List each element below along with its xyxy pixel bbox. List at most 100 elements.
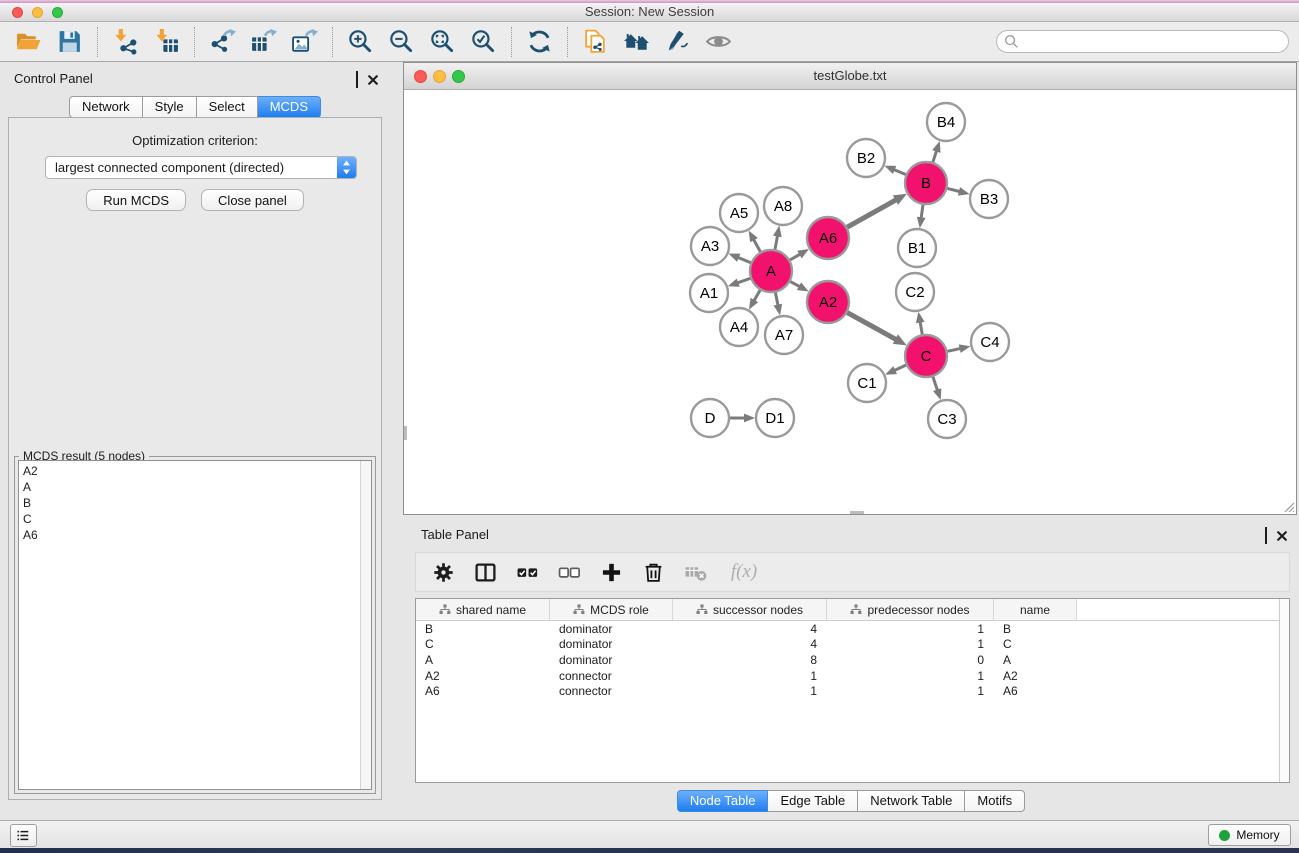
svg-text:B1: B1 [908,240,926,257]
network-vscroll-thumb[interactable] [404,426,407,440]
mcds-result-item[interactable]: A2 [23,463,371,479]
table-scrollbar[interactable] [1279,599,1289,782]
select-all-button[interactable] [516,561,539,584]
copy-network-button[interactable] [581,27,610,56]
delete-table-button[interactable] [684,561,707,584]
tab-style[interactable]: Style [143,96,197,118]
export-image-button[interactable] [290,27,319,56]
split-view-button[interactable] [474,561,497,584]
mcds-result-item[interactable]: A [23,479,371,495]
export-network-button[interactable] [208,27,237,56]
zoom-selected-button[interactable] [469,27,498,56]
resize-grip-icon[interactable] [1282,500,1295,513]
graph-node-A1[interactable]: A1 [690,274,728,312]
table-row[interactable]: A6connector11A6 [416,683,1289,699]
function-builder-button[interactable]: f(x) [726,561,762,584]
column-header-shared-name[interactable]: shared name [416,599,550,620]
tab-select[interactable]: Select [197,96,258,118]
tab-mcds[interactable]: MCDS [258,96,321,118]
control-panel-float-button[interactable] [356,72,358,87]
run-mcds-button[interactable]: Run MCDS [86,189,186,211]
graph-node-B4[interactable]: B4 [927,103,965,141]
graph-node-C[interactable]: C [905,335,947,377]
table-panel-close-button[interactable] [1277,531,1287,541]
graph-node-C4[interactable]: C4 [971,323,1009,361]
control-panel-close-button[interactable] [368,75,378,85]
mcds-result-item[interactable]: A6 [23,527,371,543]
network-window-titlebar: testGlobe.txt [404,63,1296,90]
graphics-details-button[interactable] [663,27,692,56]
graph-node-A8[interactable]: A8 [764,187,802,225]
graph-node-D1[interactable]: D1 [756,399,794,437]
graph-node-C3[interactable]: C3 [928,400,966,438]
deselect-all-button[interactable] [558,561,581,584]
main-toolbar [0,22,1299,62]
graph-node-A4[interactable]: A4 [720,308,758,346]
memory-button[interactable]: Memory [1208,824,1291,846]
network-minimize-traffic-light[interactable] [433,70,446,83]
import-network-button[interactable] [111,27,140,56]
graph-node-B3[interactable]: B3 [970,180,1008,218]
table-row[interactable]: Adominator80A [416,652,1289,668]
graph-node-C2[interactable]: C2 [896,273,934,311]
zoom-window-traffic-light[interactable] [52,7,63,18]
graph-node-A[interactable]: A [750,250,792,292]
graph-node-A5[interactable]: A5 [720,194,758,232]
graph-node-A6[interactable]: A6 [807,217,849,259]
graph-node-B2[interactable]: B2 [847,139,885,177]
table-row[interactable]: A2connector11A2 [416,668,1289,684]
column-header-name[interactable]: name [994,599,1077,620]
column-header-predecessor-nodes[interactable]: predecessor nodes [827,599,994,620]
tab-node-table[interactable]: Node Table [677,790,769,812]
close-panel-button[interactable]: Close panel [201,189,304,211]
search-input[interactable] [996,30,1289,53]
mcds-result-item[interactable]: B [23,495,371,511]
refresh-button[interactable] [525,27,554,56]
result-scrollbar[interactable] [360,461,371,789]
zoom-out-icon [388,28,415,55]
open-session-button[interactable] [14,27,43,56]
column-header-successor-nodes[interactable]: successor nodes [673,599,827,620]
network-canvas[interactable]: B4 B2 B B3 A8A5 A6 A3 B1 A C2 A1 A2 A4A7 C4 C C1 D D1 C3 [404,90,1296,514]
birds-eye-view-button[interactable] [704,27,733,56]
task-history-button[interactable] [10,824,37,847]
save-session-button[interactable] [55,27,84,56]
import-table-button[interactable] [152,27,181,56]
zoom-out-button[interactable] [387,27,416,56]
graph-node-A7[interactable]: A7 [765,316,803,354]
export-table-button[interactable] [249,27,278,56]
graph-node-A3[interactable]: A3 [691,227,729,265]
tab-network[interactable]: Network [69,96,143,118]
graph-node-C1[interactable]: C1 [848,364,886,402]
tab-edge-table[interactable]: Edge Table [768,790,858,812]
table-row[interactable]: Cdominator41C [416,637,1289,653]
zoom-fit-button[interactable] [428,27,457,56]
tab-motifs[interactable]: Motifs [965,790,1025,812]
network-view-window: testGlobe.txt B4 B2 B B3 A8A5 A6 A3 B1 A C2 A1 A2 A4… [403,62,1297,515]
toolbar-buttons [10,22,746,61]
table-panel-float-button[interactable] [1265,528,1267,543]
show-windows-button[interactable] [622,27,651,56]
graph-node-B1[interactable]: B1 [898,229,936,267]
column-header-mcds-role[interactable]: MCDS role [550,599,673,620]
network-hscroll-thumb[interactable] [850,511,864,514]
network-zoom-traffic-light[interactable] [452,70,465,83]
minimize-window-traffic-light[interactable] [32,7,43,18]
table-row[interactable]: Bdominator41B [416,621,1289,637]
graph-node-A2[interactable]: A2 [807,281,849,323]
add-column-button[interactable] [600,561,623,584]
table-cell: A2 [994,669,1077,683]
zoom-in-button[interactable] [346,27,375,56]
arrowhead-icon [932,141,940,153]
graph-node-B[interactable]: B [905,162,947,204]
graph-node-D[interactable]: D [691,399,729,437]
tab-network-table[interactable]: Network Table [858,790,965,812]
svg-text:A3: A3 [701,238,719,255]
mcds-result-item[interactable]: C [23,511,371,527]
memory-label: Memory [1236,828,1279,842]
close-window-traffic-light[interactable] [12,7,23,18]
network-close-traffic-light[interactable] [414,70,427,83]
delete-column-button[interactable] [642,561,665,584]
settings-button[interactable] [432,561,455,584]
criterion-dropdown[interactable]: largest connected component (directed) [45,156,357,179]
